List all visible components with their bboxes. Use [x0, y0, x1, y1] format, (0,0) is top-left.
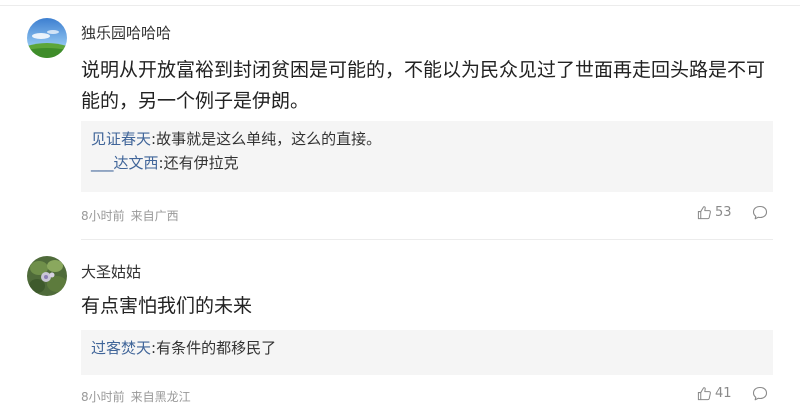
comment-meta: 8小时前 来自黑龙江	[81, 388, 191, 405]
reply-box: 见证春天:故事就是这么单纯，这么的直接。 ___达文西:还有伊拉克	[81, 121, 773, 192]
comment-time: 8小时前	[81, 390, 125, 404]
reply-item: ___达文西:还有伊拉克	[91, 151, 773, 175]
username[interactable]: 独乐园哈哈哈	[81, 22, 171, 43]
comment-text: 有点害怕我们的未来	[81, 295, 253, 317]
comment-time: 8小时前	[81, 209, 125, 223]
avatar-sky-landscape-image	[27, 18, 67, 58]
thumbs-up-icon	[697, 206, 711, 220]
reply-author-link[interactable]: 过客焚天	[91, 339, 151, 357]
reply-author-link[interactable]: ___达文西	[91, 154, 159, 172]
comment-location: 来自广西	[130, 209, 179, 223]
comment-text: 说明从开放富裕到封闭贫困是可能的，不能以为民众见过了世面再走回头路是不可能的，另…	[81, 59, 766, 112]
avatar-plant-image	[27, 256, 67, 296]
speech-bubble-icon	[752, 386, 767, 401]
reply-button[interactable]	[752, 386, 768, 401]
reply-item: 过客焚天:有条件的都移民了	[91, 336, 773, 360]
comment-meta: 8小时前 来自广西	[81, 207, 179, 224]
comment-item: 独乐园哈哈哈 说明从开放富裕到封闭贫困是可能的，不能以为民众见过了世面再走回头路…	[0, 0, 800, 240]
comment-item: 大圣姑姑 有点害怕我们的未来 过客焚天:有条件的都移民了 8小时前 来自黑龙江 4…	[0, 240, 800, 418]
avatar[interactable]	[27, 18, 67, 58]
comment-location: 来自黑龙江	[130, 390, 191, 404]
reply-box: 过客焚天:有条件的都移民了	[81, 330, 773, 375]
reply-text: 还有伊拉克	[163, 154, 239, 172]
like-button[interactable]: 41	[697, 386, 732, 401]
reply-button[interactable]	[752, 205, 768, 220]
speech-bubble-icon	[752, 205, 767, 220]
reply-author-link[interactable]: 见证春天	[91, 130, 151, 148]
like-button[interactable]: 53	[697, 205, 732, 220]
reply-text: 故事就是这么单纯，这么的直接。	[156, 130, 382, 148]
username[interactable]: 大圣姑姑	[81, 261, 141, 282]
comment-actions: 53	[697, 205, 768, 220]
like-count: 53	[715, 205, 732, 220]
reply-text: 有条件的都移民了	[156, 339, 277, 357]
thumbs-up-icon	[697, 387, 711, 401]
reply-item: 见证春天:故事就是这么单纯，这么的直接。	[91, 127, 773, 151]
comment-actions: 41	[697, 386, 768, 401]
like-count: 41	[715, 386, 732, 401]
avatar[interactable]	[27, 256, 67, 296]
